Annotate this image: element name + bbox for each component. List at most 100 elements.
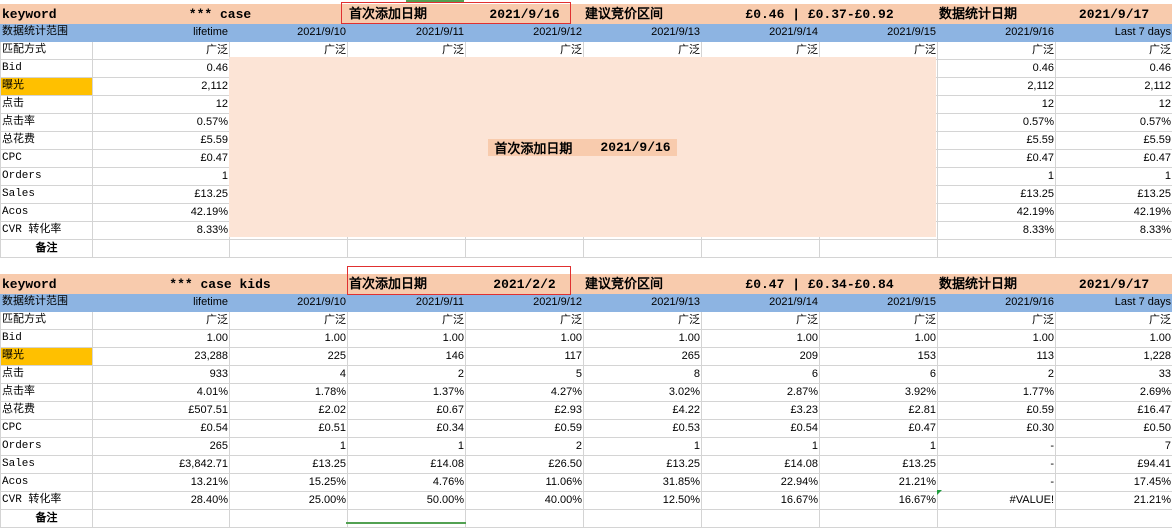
metric-cell[interactable]: 265 [93, 438, 230, 456]
suggested-bid-label[interactable]: 建议竞价区间 [584, 275, 702, 294]
remark-cell[interactable] [584, 240, 702, 258]
metric-cell[interactable]: 50.00% [348, 492, 466, 510]
metric-cell[interactable]: £0.59 [466, 420, 584, 438]
metric-cell[interactable]: £13.25 [820, 456, 938, 474]
metric-cell[interactable]: 4 [230, 366, 348, 384]
metric-cell[interactable]: £26.50 [466, 456, 584, 474]
stats-date-value[interactable]: 2021/9/17 [1056, 275, 1172, 294]
header-keyword-label[interactable]: keyword [1, 5, 93, 24]
metric-cell[interactable]: 1,228 [1056, 348, 1172, 366]
remark-cell[interactable] [820, 510, 938, 528]
metric-cell[interactable]: 1.00 [466, 330, 584, 348]
scope-column-header[interactable]: 2021/9/14 [702, 24, 820, 42]
metric-label[interactable]: 总花费 [1, 402, 93, 420]
header-keyword-label[interactable]: keyword [1, 275, 93, 294]
metric-cell[interactable]: 12 [938, 96, 1056, 114]
metric-cell[interactable]: £3.23 [702, 402, 820, 420]
metric-label[interactable]: CPC [1, 420, 93, 438]
metric-cell[interactable]: 2.87% [702, 384, 820, 402]
remark-label[interactable]: 备注 [1, 240, 93, 258]
metric-cell[interactable]: 21.21% [820, 474, 938, 492]
metric-cell[interactable]: 4.27% [466, 384, 584, 402]
metric-cell[interactable]: 广泛 [702, 312, 820, 330]
metric-cell[interactable]: 12.50% [584, 492, 702, 510]
metric-cell[interactable]: 2.69% [1056, 384, 1172, 402]
metric-cell[interactable]: £507.51 [93, 402, 230, 420]
metric-cell[interactable]: £5.59 [938, 132, 1056, 150]
remark-cell[interactable] [1056, 510, 1172, 528]
metric-label[interactable]: 点击 [1, 96, 93, 114]
metric-cell[interactable]: £13.25 [938, 186, 1056, 204]
metric-cell[interactable]: 146 [348, 348, 466, 366]
metric-label[interactable]: CVR 转化率 [1, 222, 93, 240]
scope-column-header[interactable]: 2021/9/15 [820, 294, 938, 312]
metric-cell[interactable]: 28.40% [93, 492, 230, 510]
metric-cell[interactable]: 12 [93, 96, 230, 114]
metric-cell[interactable]: £2.81 [820, 402, 938, 420]
metric-cell[interactable]: 22.94% [702, 474, 820, 492]
metric-cell[interactable]: 3.02% [584, 384, 702, 402]
metric-cell[interactable]: £13.25 [93, 186, 230, 204]
metric-cell[interactable]: - [938, 456, 1056, 474]
metric-cell[interactable]: £0.54 [93, 420, 230, 438]
metric-cell[interactable]: 42.19% [938, 204, 1056, 222]
metric-cell[interactable]: 1.37% [348, 384, 466, 402]
metric-label[interactable]: 匹配方式 [1, 312, 93, 330]
remark-cell[interactable] [93, 510, 230, 528]
metric-cell[interactable]: 1.00 [230, 330, 348, 348]
metric-cell[interactable]: 1 [702, 438, 820, 456]
suggested-bid-range[interactable]: £0.46 | £0.37-£0.92 [702, 5, 938, 24]
remark-cell[interactable] [230, 510, 348, 528]
first-add-date-label[interactable]: 首次添加日期 [348, 275, 466, 294]
metric-cell[interactable]: £5.59 [93, 132, 230, 150]
metric-cell[interactable]: 广泛 [820, 312, 938, 330]
metric-cell[interactable]: 1.00 [702, 330, 820, 348]
metric-cell[interactable]: 1 [348, 438, 466, 456]
metric-cell[interactable]: 3.92% [820, 384, 938, 402]
metric-cell[interactable]: 21.21% [1056, 492, 1172, 510]
metric-label[interactable]: Acos [1, 204, 93, 222]
metric-cell[interactable]: 1 [584, 438, 702, 456]
scope-column-header[interactable]: 2021/9/13 [584, 24, 702, 42]
metric-cell[interactable]: 广泛 [938, 312, 1056, 330]
metric-cell[interactable]: 25.00% [230, 492, 348, 510]
metric-cell[interactable]: - [938, 474, 1056, 492]
stats-date-label[interactable]: 数据统计日期 [938, 5, 1056, 24]
metric-cell[interactable]: 31.85% [584, 474, 702, 492]
remark-cell[interactable] [230, 240, 348, 258]
metric-cell[interactable]: 1.00 [93, 330, 230, 348]
remark-cell[interactable] [938, 240, 1056, 258]
metric-cell[interactable]: 17.45% [1056, 474, 1172, 492]
metric-cell[interactable]: 广泛 [584, 312, 702, 330]
remark-cell[interactable] [702, 510, 820, 528]
metric-cell[interactable]: 933 [93, 366, 230, 384]
scope-column-header[interactable]: 2021/9/12 [466, 294, 584, 312]
metric-cell[interactable]: £0.51 [230, 420, 348, 438]
metric-cell[interactable]: 2 [938, 366, 1056, 384]
metric-cell[interactable]: 16.67% [702, 492, 820, 510]
first-add-date-value[interactable]: 2021/9/16 [466, 5, 584, 24]
metric-cell[interactable]: 1 [93, 168, 230, 186]
metric-cell[interactable]: £3,842.71 [93, 456, 230, 474]
metric-cell[interactable]: #VALUE! [938, 492, 1056, 510]
metric-cell[interactable]: 33 [1056, 366, 1172, 384]
metric-cell[interactable]: £0.50 [1056, 420, 1172, 438]
metric-cell[interactable]: £0.54 [702, 420, 820, 438]
metric-cell[interactable]: £0.53 [584, 420, 702, 438]
metric-label[interactable]: 匹配方式 [1, 42, 93, 60]
metric-cell[interactable]: 42.19% [1056, 204, 1172, 222]
scope-column-header[interactable]: lifetime [93, 24, 230, 42]
metric-cell[interactable]: £14.08 [348, 456, 466, 474]
metric-cell[interactable]: 广泛 [93, 312, 230, 330]
metric-cell[interactable]: £0.67 [348, 402, 466, 420]
metric-label[interactable]: 曝光 [1, 348, 93, 366]
metric-cell[interactable]: 42.19% [93, 204, 230, 222]
metric-label[interactable]: 点击率 [1, 384, 93, 402]
metric-cell[interactable]: 8.33% [938, 222, 1056, 240]
metric-cell[interactable]: 16.67% [820, 492, 938, 510]
remark-cell[interactable] [938, 510, 1056, 528]
metric-cell[interactable]: 1.00 [820, 330, 938, 348]
metric-cell[interactable]: £2.93 [466, 402, 584, 420]
metric-cell[interactable]: 117 [466, 348, 584, 366]
metric-label[interactable]: 曝光 [1, 78, 93, 96]
